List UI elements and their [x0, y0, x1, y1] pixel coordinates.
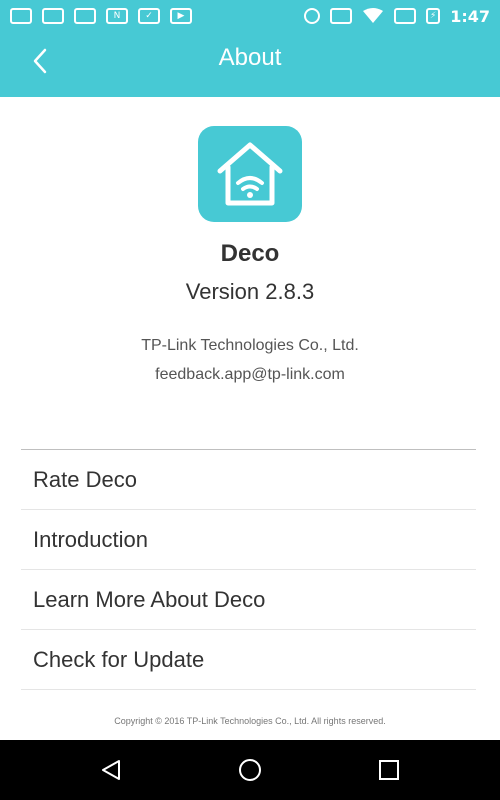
nav-recents-button[interactable]: [375, 756, 403, 784]
video-icon: ▶: [170, 8, 192, 24]
status-left: N ✓ ▶: [10, 0, 192, 32]
photo-icon: [42, 8, 64, 24]
photo-icon: [74, 8, 96, 24]
menu-item-learn-more[interactable]: Learn More About Deco: [21, 570, 476, 630]
vibrate-icon: [330, 8, 353, 24]
menu-item-check-update[interactable]: Check for Update: [21, 630, 476, 690]
menu-item-introduction[interactable]: Introduction: [21, 510, 476, 570]
feedback-email-link[interactable]: feedback.app@tp-link.com: [0, 366, 500, 384]
nav-back-button[interactable]: [97, 756, 125, 784]
nav-home-button[interactable]: [236, 756, 264, 784]
status-bar: N ✓ ▶ ⚡ 1:47: [0, 0, 500, 32]
system-nav-bar: [0, 740, 500, 800]
check-icon: ✓: [138, 8, 160, 24]
copyright-text: Copyright © 2016 TP-Link Technologies Co…: [114, 716, 386, 726]
app-logo: [198, 126, 302, 222]
recents-nav-icon: [379, 760, 399, 780]
home-wifi-icon: [217, 142, 283, 206]
app-bar: About: [0, 32, 500, 97]
version-value: 2.8.3: [265, 279, 315, 304]
wifi-icon: [362, 8, 384, 24]
version-label: Version: [185, 279, 260, 304]
status-right: ⚡ 1:47: [304, 0, 490, 32]
version-row: Version 2.8.3: [0, 279, 500, 305]
location-icon: [304, 8, 321, 24]
company-name: TP-Link Technologies Co., Ltd.: [141, 337, 359, 354]
n-icon: N: [106, 8, 128, 24]
status-time: 1:47: [450, 6, 490, 26]
page-title: About: [218, 44, 282, 71]
no-signal-icon: [394, 8, 417, 24]
battery-charging-icon: ⚡: [426, 8, 441, 24]
back-nav-icon: [102, 760, 120, 780]
app-name: Deco: [220, 240, 280, 267]
about-menu: Rate Deco Introduction Learn More About …: [21, 449, 476, 690]
sim-icon: [10, 8, 32, 24]
menu-item-rate[interactable]: Rate Deco: [21, 450, 476, 510]
home-nav-icon: [239, 759, 261, 781]
